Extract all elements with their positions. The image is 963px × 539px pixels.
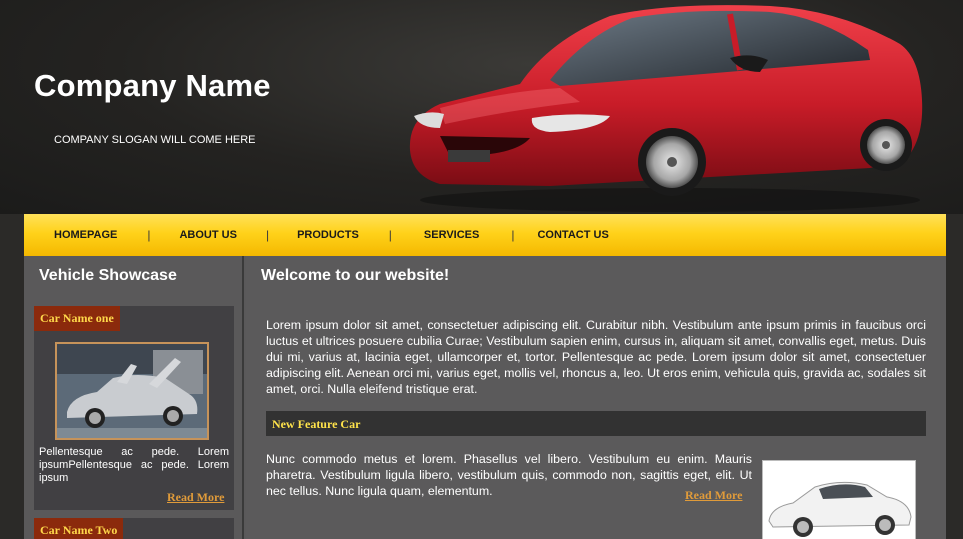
car-one-image[interactable] — [55, 342, 209, 440]
car-one-description: Pellentesque ac pede. Lorem ipsumPellent… — [39, 446, 229, 484]
car-card-one: Car Name one Pellentesque ac pede. Lorem — [34, 306, 234, 510]
car-name-label: Car Name one — [34, 306, 120, 331]
sidebar-title: Vehicle Showcase — [39, 267, 177, 284]
car-name-label: Car Name Two — [34, 518, 124, 539]
site-header: Company Name COMPANY SLOGAN WILL COME HE… — [0, 0, 963, 214]
car-one-read-more-link[interactable]: Read More — [167, 490, 224, 505]
feature-title: New Feature Car — [272, 417, 361, 431]
nav-about-us[interactable]: ABOUT US — [179, 229, 236, 241]
main-area: Vehicle Showcase Car Name one Pellentesq… — [24, 256, 946, 539]
feature-description: Nunc commodo metus et lorem. Phasellus v… — [266, 452, 752, 498]
nav-homepage[interactable]: HOMEPAGE — [54, 229, 117, 241]
car-card-two: Car Name Two — [34, 518, 234, 539]
nav-separator: | — [511, 228, 515, 242]
company-slogan: COMPANY SLOGAN WILL COME HERE — [54, 134, 256, 146]
sidebar: Vehicle Showcase Car Name one Pellentesq… — [24, 256, 244, 539]
nav-contact-us[interactable]: CONTACT US — [537, 229, 608, 241]
main-navigation: HOMEPAGE | ABOUT US | PRODUCTS | SERVICE… — [24, 214, 946, 256]
feature-car-image[interactable] — [762, 460, 916, 539]
nav-separator: | — [265, 228, 270, 242]
silver-car-image — [57, 344, 207, 438]
nav-separator: | — [147, 228, 151, 242]
white-car-image — [763, 461, 915, 539]
company-name: Company Name — [34, 68, 271, 103]
content-area: Welcome to our website! Lorem ipsum dolo… — [246, 256, 946, 539]
nav-products[interactable]: PRODUCTS — [297, 229, 359, 241]
feature-read-more-link[interactable]: Read More — [685, 488, 742, 503]
hero-car-image — [409, 5, 923, 212]
welcome-heading: Welcome to our website! — [261, 267, 450, 284]
nav-services[interactable]: SERVICES — [424, 229, 479, 241]
nav-separator: | — [388, 228, 392, 242]
feature-section-header: New Feature Car — [266, 411, 926, 436]
intro-paragraph: Lorem ipsum dolor sit amet, consectetuer… — [266, 318, 926, 396]
